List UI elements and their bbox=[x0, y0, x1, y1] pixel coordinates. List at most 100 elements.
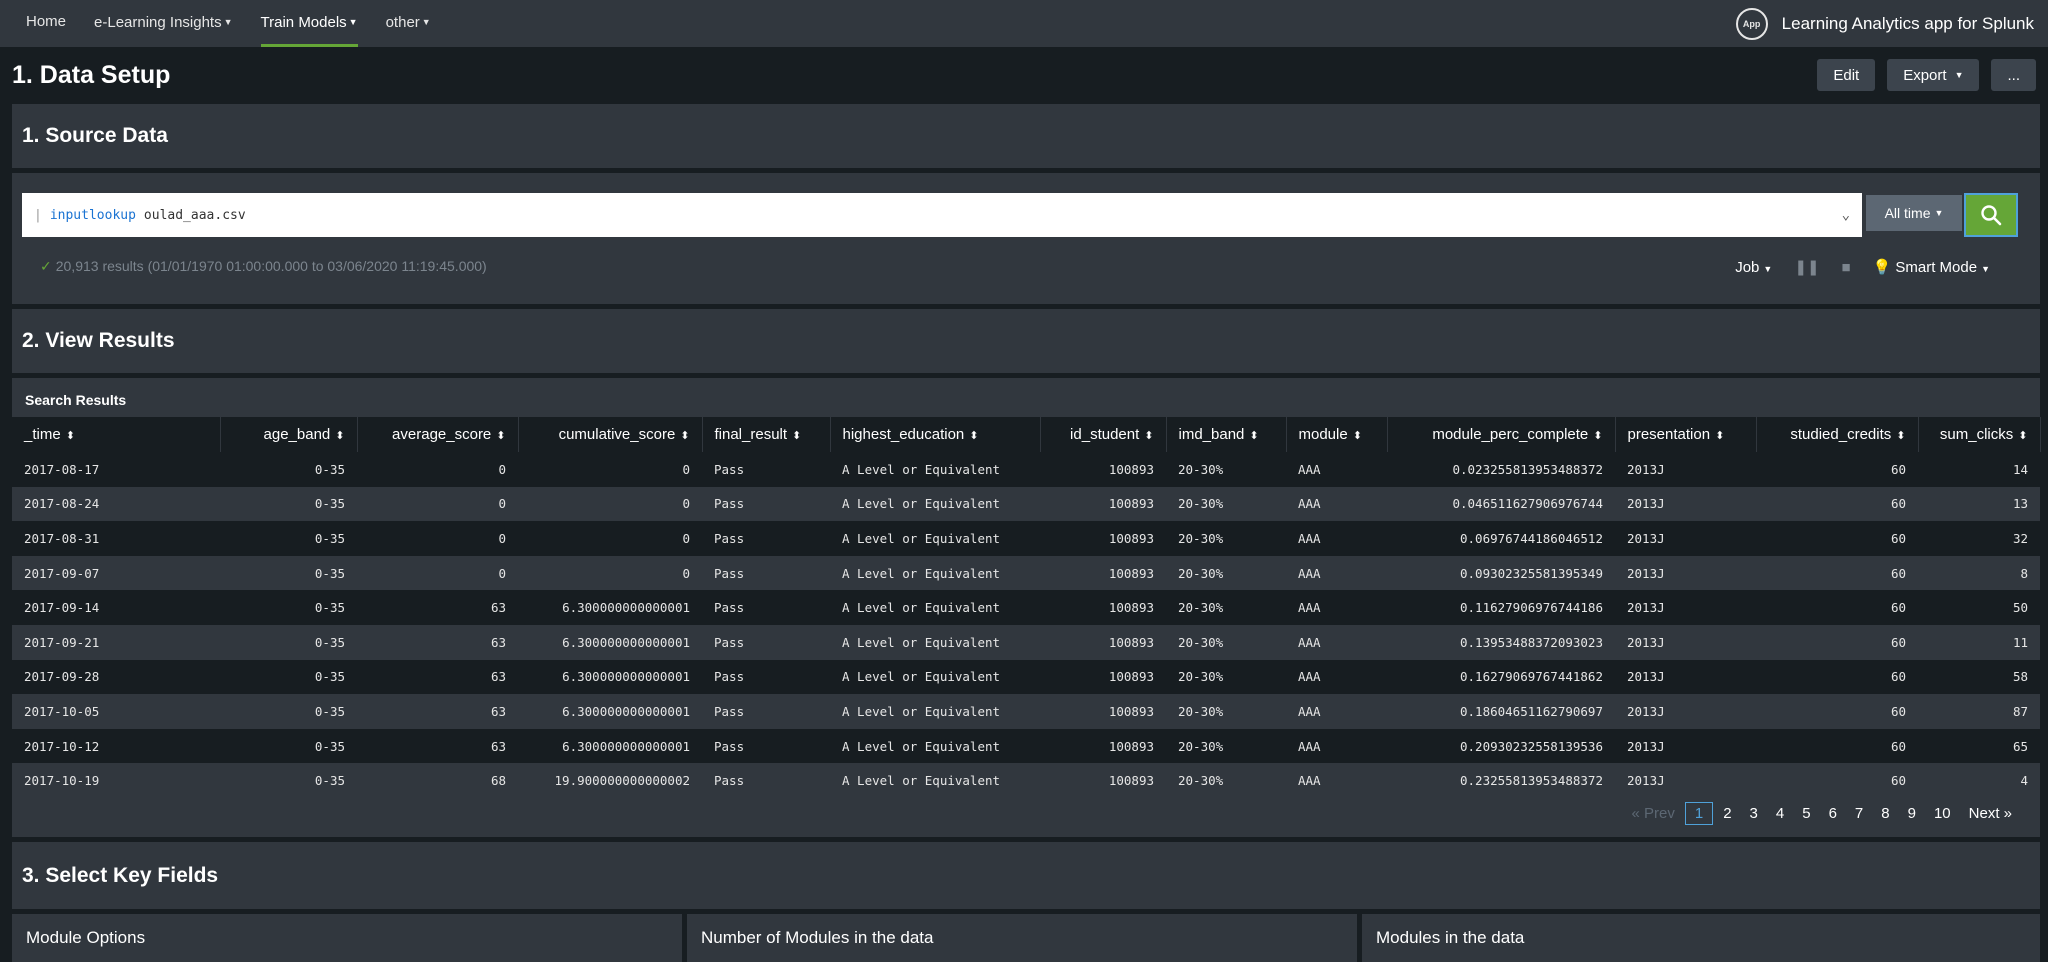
table-cell: 0-35 bbox=[220, 763, 357, 798]
column-header[interactable]: module_perc_complete ⬍ bbox=[1387, 417, 1616, 452]
nav-item-train-models[interactable]: Train Models ▼ bbox=[247, 0, 372, 47]
next-page-button[interactable]: Next » bbox=[1961, 802, 2020, 825]
table-cell: 20-30% bbox=[1166, 555, 1286, 591]
column-header[interactable]: module ⬍ bbox=[1286, 417, 1388, 452]
page-button[interactable]: 2 bbox=[1715, 802, 1739, 825]
table-cell: 100893 bbox=[1040, 694, 1166, 729]
sort-icon: ⬍ bbox=[969, 430, 979, 442]
column-label: presentation bbox=[1627, 426, 1711, 443]
column-header[interactable]: _time ⬍ bbox=[12, 417, 221, 452]
search-input[interactable]: | inputlookup oulad_aaa.csv ⌄ bbox=[22, 193, 1862, 237]
table-cell: AAA bbox=[1286, 521, 1387, 556]
job-menu[interactable]: Job ▼ bbox=[1735, 259, 1772, 276]
column-header[interactable]: id_student ⬍ bbox=[1040, 417, 1167, 452]
sort-icon: ⬍ bbox=[1593, 430, 1603, 442]
table-row[interactable]: 2017-09-21 0-35 63 6.300000000000001 Pass A L… bbox=[12, 624, 2040, 660]
column-header[interactable]: final_result ⬍ bbox=[702, 417, 831, 452]
table-cell: 0.046511627906976744 bbox=[1387, 486, 1615, 522]
table-cell: Pass bbox=[702, 452, 830, 487]
export-button[interactable]: Export ▼ bbox=[1887, 59, 1980, 91]
modules-in-data-panel: Modules in the data bbox=[1362, 914, 2040, 962]
caret-down-icon: ▼ bbox=[1981, 264, 1990, 274]
more-actions-button[interactable]: ... bbox=[1991, 59, 2036, 91]
page-button[interactable]: 9 bbox=[1900, 802, 1924, 825]
page-button[interactable]: 7 bbox=[1847, 802, 1871, 825]
page-button[interactable]: 8 bbox=[1873, 802, 1897, 825]
search-button[interactable] bbox=[1964, 193, 2018, 237]
sort-icon: ⬍ bbox=[1352, 430, 1362, 442]
table-row[interactable]: 2017-09-14 0-35 63 6.300000000000001 Pass A L… bbox=[12, 590, 2040, 625]
column-header[interactable]: imd_band ⬍ bbox=[1166, 417, 1287, 452]
table-cell: A Level or Equivalent bbox=[830, 728, 1040, 764]
bulb-icon: 💡 bbox=[1872, 259, 1892, 276]
nav-item-home[interactable]: Home bbox=[12, 0, 80, 47]
table-cell: 0.11627906976744186 bbox=[1387, 590, 1615, 625]
panel-title: 1. Source Data bbox=[22, 124, 168, 147]
search-icon bbox=[1981, 205, 2002, 226]
time-range-picker[interactable]: All time ▼ bbox=[1866, 195, 1962, 231]
column-header[interactable]: sum_clicks ⬍ bbox=[1918, 417, 2041, 452]
column-label: module_perc_complete bbox=[1432, 426, 1589, 443]
search-mode-menu[interactable]: 💡 Smart Mode ▼ bbox=[1873, 258, 1990, 276]
table-cell: 2017-09-21 bbox=[12, 624, 220, 660]
page-button[interactable]: 6 bbox=[1821, 802, 1845, 825]
column-header[interactable]: studied_credits ⬍ bbox=[1756, 417, 1919, 452]
table-cell: 2017-10-12 bbox=[12, 728, 220, 764]
table-cell: 60 bbox=[1756, 486, 1918, 522]
table-row[interactable]: 2017-10-05 0-35 63 6.300000000000001 Pass A L… bbox=[12, 694, 2040, 729]
table-cell: 0.18604651162790697 bbox=[1387, 694, 1615, 729]
page-button[interactable]: 3 bbox=[1742, 802, 1766, 825]
table-cell: 2013J bbox=[1615, 763, 1756, 798]
table-cell: 63 bbox=[357, 694, 518, 729]
table-row[interactable]: 2017-09-28 0-35 63 6.300000000000001 Pass A L… bbox=[12, 659, 2040, 695]
table-cell: 0.20930232558139536 bbox=[1387, 728, 1615, 764]
table-cell: Pass bbox=[702, 763, 830, 798]
stop-icon[interactable]: ■ bbox=[1841, 259, 1850, 276]
table-row[interactable]: 2017-08-24 0-35 0 0 Pass A Level or Equivalen… bbox=[12, 486, 2040, 522]
table-row[interactable]: 2017-08-17 0-35 0 0 Pass A Level or Equivalen… bbox=[12, 452, 2040, 487]
search-bar: | inputlookup oulad_aaa.csv ⌄ All time ▼ bbox=[22, 193, 2018, 237]
table-cell: 0-35 bbox=[220, 555, 357, 591]
table-cell: 2013J bbox=[1615, 590, 1756, 625]
app-branding: App Learning Analytics app for Splunk bbox=[1735, 7, 2036, 40]
nav-item-elearning-insights[interactable]: e-Learning Insights ▼ bbox=[80, 0, 247, 47]
table-cell: 100893 bbox=[1040, 728, 1166, 764]
page-button[interactable]: 1 bbox=[1684, 802, 1714, 825]
table-cell: 11 bbox=[1918, 624, 2040, 660]
table-row[interactable]: 2017-09-07 0-35 0 0 Pass A Level or Equivalen… bbox=[12, 555, 2040, 591]
prev-page-button[interactable]: « Prev bbox=[1624, 802, 1683, 825]
column-label: average_score bbox=[392, 426, 492, 443]
table-cell: 65 bbox=[1918, 728, 2040, 764]
table-cell: 20-30% bbox=[1166, 624, 1286, 660]
table-cell: 60 bbox=[1756, 659, 1918, 695]
column-label: highest_education bbox=[842, 426, 965, 443]
table-cell: 2017-09-28 bbox=[12, 659, 220, 695]
edit-button[interactable]: Edit bbox=[1817, 59, 1876, 91]
column-header[interactable]: presentation ⬍ bbox=[1615, 417, 1757, 452]
page-title: 1. Data Setup bbox=[12, 60, 171, 89]
table-row[interactable]: 2017-10-19 0-35 68 19.900000000000002 Pass A … bbox=[12, 763, 2040, 798]
nav-item-other[interactable]: other ▼ bbox=[372, 0, 445, 47]
nav-item-label: other bbox=[385, 14, 420, 31]
column-header[interactable]: highest_education ⬍ bbox=[830, 417, 1041, 452]
chevron-down-icon[interactable]: ⌄ bbox=[1842, 207, 1850, 223]
table-cell: 6.300000000000001 bbox=[518, 694, 702, 729]
table-cell: 14 bbox=[1918, 452, 2040, 487]
column-header[interactable]: average_score ⬍ bbox=[357, 417, 519, 452]
table-cell: 2017-10-19 bbox=[12, 763, 220, 798]
page-button[interactable]: 5 bbox=[1794, 802, 1818, 825]
column-header[interactable]: cumulative_score ⬍ bbox=[518, 417, 703, 452]
table-cell: 0 bbox=[518, 452, 702, 487]
table-cell: A Level or Equivalent bbox=[830, 624, 1040, 660]
column-header[interactable]: age_band ⬍ bbox=[220, 417, 358, 452]
table-row[interactable]: 2017-08-31 0-35 0 0 Pass A Level or Equivalen… bbox=[12, 521, 2040, 556]
page-button[interactable]: 4 bbox=[1768, 802, 1792, 825]
pause-icon[interactable]: ❚❚ bbox=[1794, 258, 1819, 276]
sub-panel-title: Number of Modules in the data bbox=[701, 928, 934, 947]
sub-panel-title: Modules in the data bbox=[1376, 928, 1525, 947]
page-button[interactable]: 10 bbox=[1926, 802, 1959, 825]
table-row[interactable]: 2017-10-12 0-35 63 6.300000000000001 Pass A L… bbox=[12, 728, 2040, 764]
table-cell: 58 bbox=[1918, 659, 2040, 695]
table-cell: 87 bbox=[1918, 694, 2040, 729]
table-cell: 0.023255813953488372 bbox=[1387, 452, 1615, 487]
